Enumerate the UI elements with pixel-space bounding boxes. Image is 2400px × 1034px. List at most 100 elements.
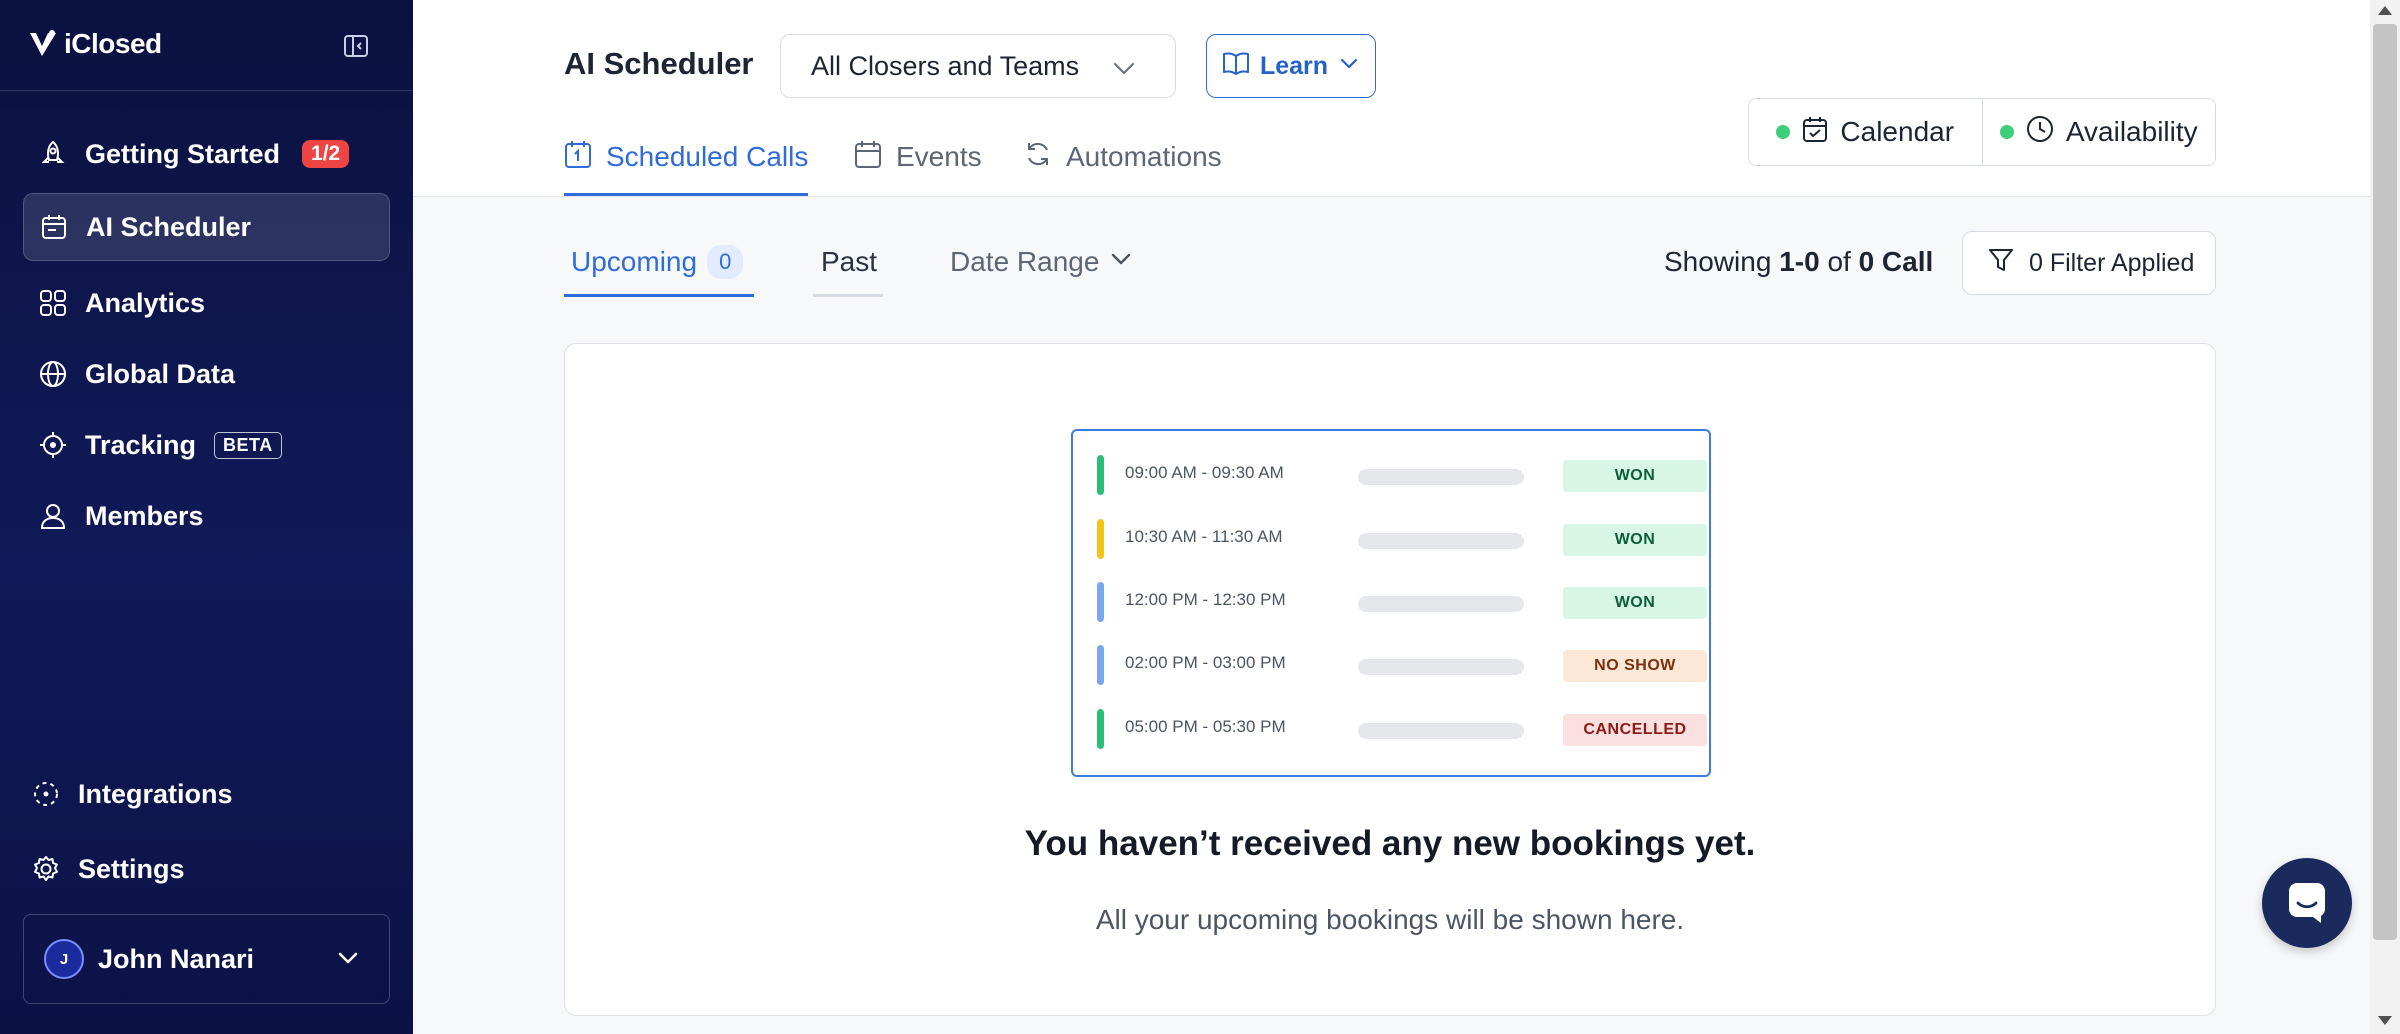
time-slot: 02:00 PM - 03:00 PM xyxy=(1125,653,1286,672)
sidebar-item-label: Members xyxy=(85,500,204,531)
sidebar-item-global-data[interactable]: Global Data xyxy=(23,340,390,408)
sidebar-item-getting-started[interactable]: Getting Started 1/2 xyxy=(23,120,390,188)
sidebar-item-tracking[interactable]: Tracking BETA xyxy=(23,411,390,479)
calendar-icon xyxy=(854,139,882,176)
tab-upcoming[interactable]: Upcoming 0 xyxy=(571,240,744,284)
chevron-down-icon xyxy=(1109,246,1133,278)
sidebar-item-label: Getting Started xyxy=(85,138,281,169)
placeholder-bar xyxy=(1358,596,1524,612)
status-bar xyxy=(1097,645,1104,685)
availability-status-button[interactable]: Availability xyxy=(1981,99,2216,165)
scroll-up-arrow-icon[interactable] xyxy=(2378,6,2392,15)
segment-label: Availability xyxy=(2065,116,2198,147)
sidebar-item-label: AI Scheduler xyxy=(86,211,252,242)
placeholder-bar xyxy=(1358,533,1524,549)
time-slot: 12:00 PM - 12:30 PM xyxy=(1125,590,1286,609)
sidebar-collapse-icon xyxy=(344,35,368,57)
past-tab-underline xyxy=(813,294,883,297)
time-slot: 10:30 AM - 11:30 AM xyxy=(1125,527,1283,546)
empty-state-illustration: 09:00 AM - 09:30 AM WON 10:30 AM - 11:30… xyxy=(1071,429,1711,777)
placeholder-bar xyxy=(1358,723,1524,739)
sidebar-item-label: Global Data xyxy=(85,358,236,389)
learn-button[interactable]: Learn xyxy=(1206,34,1376,98)
sidebar-item-ai-scheduler[interactable]: AI Scheduler xyxy=(23,193,390,261)
tab-label: Events xyxy=(896,141,982,172)
connected-status-dot xyxy=(1776,125,1791,139)
sidebar: iClosed Getting Started 1/2 AI Scheduler… xyxy=(0,0,413,1034)
chevron-down-icon xyxy=(335,945,361,976)
sidebar-item-settings[interactable]: Settings xyxy=(16,835,383,903)
beta-badge: BETA xyxy=(214,431,282,459)
user-name: John Nanari xyxy=(98,943,255,974)
brand-logo[interactable]: iClosed xyxy=(28,26,162,62)
filter-label: 0 Filter Applied xyxy=(2029,248,2195,277)
team-select-value: All Closers and Teams xyxy=(811,50,1080,81)
sidebar-item-label: Tracking xyxy=(85,429,197,460)
chevron-down-icon xyxy=(1338,52,1360,81)
brand-name: iClosed xyxy=(64,28,162,59)
summary-prefix: Showing xyxy=(1664,246,1772,277)
status-bar xyxy=(1097,455,1104,495)
upcoming-count-badge: 0 xyxy=(707,245,744,279)
calendar-status-button[interactable]: Calendar xyxy=(1749,99,1982,165)
scroll-down-arrow-icon[interactable] xyxy=(2378,1016,2392,1025)
sidebar-item-integrations[interactable]: Integrations xyxy=(16,760,383,828)
illustration-row: 12:00 PM - 12:30 PM WON xyxy=(1097,582,1707,622)
clock-icon xyxy=(2026,115,2054,150)
active-tab-indicator xyxy=(564,193,808,196)
tab-events[interactable]: Events xyxy=(854,136,982,178)
illustration-row: 02:00 PM - 03:00 PM NO SHOW xyxy=(1097,645,1707,685)
illustration-row: 10:30 AM - 11:30 AM WON xyxy=(1097,519,1707,559)
status-bar xyxy=(1097,582,1104,622)
time-slot: 05:00 PM - 05:30 PM xyxy=(1125,717,1286,736)
tab-label: Scheduled Calls xyxy=(606,141,809,172)
tab-label: Upcoming xyxy=(571,246,698,277)
calendar-icon xyxy=(38,211,70,243)
tab-automations[interactable]: Automations xyxy=(1024,136,1222,178)
collapse-sidebar-button[interactable] xyxy=(340,30,372,62)
tab-label: Automations xyxy=(1066,141,1222,172)
integrations-icon xyxy=(30,778,62,810)
date-range-dropdown[interactable]: Date Range xyxy=(950,240,1133,284)
empty-state-subtitle: All your upcoming bookings will be shown… xyxy=(1095,904,1685,935)
connection-status-group: Calendar Availability xyxy=(1748,98,2216,166)
status-pill: WON xyxy=(1563,524,1707,556)
calendar-icon xyxy=(564,139,592,176)
user-menu[interactable]: J John Nanari xyxy=(23,914,390,1004)
scroll-thumb[interactable] xyxy=(2373,24,2397,940)
empty-state-title: You haven’t received any new bookings ye… xyxy=(1024,824,1756,863)
page-title: AI Scheduler xyxy=(564,46,754,81)
summary-range: 1-0 xyxy=(1779,246,1820,277)
time-slot: 09:00 AM - 09:30 AM xyxy=(1125,463,1284,482)
illustration-row: 05:00 PM - 05:30 PM CANCELLED xyxy=(1097,709,1707,749)
sidebar-item-members[interactable]: Members xyxy=(23,482,390,550)
team-select-dropdown[interactable]: All Closers and Teams xyxy=(780,34,1176,98)
sidebar-item-analytics[interactable]: Analytics xyxy=(23,269,390,337)
tab-past[interactable]: Past xyxy=(821,240,877,284)
avatar: J xyxy=(44,939,84,979)
status-pill: WON xyxy=(1563,460,1707,492)
globe-icon xyxy=(37,358,69,390)
results-summary: Showing 1-0 of 0 Call xyxy=(1664,246,1933,278)
chevron-down-icon xyxy=(1111,55,1137,88)
sidebar-divider xyxy=(0,90,413,91)
refresh-icon xyxy=(1024,140,1052,175)
connected-status-dot xyxy=(1999,125,2014,139)
users-icon xyxy=(37,500,69,532)
status-pill: CANCELLED xyxy=(1563,714,1707,746)
page-scrollbar[interactable] xyxy=(2370,0,2400,1034)
sidebar-item-label: Settings xyxy=(78,853,185,884)
gear-icon xyxy=(30,853,62,885)
learn-label: Learn xyxy=(1259,51,1329,80)
tab-scheduled-calls[interactable]: Scheduled Calls xyxy=(564,136,808,178)
status-pill: WON xyxy=(1563,587,1707,619)
active-subtab-indicator xyxy=(564,294,754,297)
filter-icon xyxy=(1987,246,2015,281)
illustration-row: 09:00 AM - 09:30 AM WON xyxy=(1097,455,1707,495)
filter-button[interactable]: 0 Filter Applied xyxy=(1962,231,2216,295)
tab-label: Past xyxy=(821,246,878,277)
summary-of: of xyxy=(1827,246,1851,277)
support-chat-button[interactable] xyxy=(2262,858,2352,948)
summary-total: 0 Call xyxy=(1858,246,1934,277)
status-pill: NO SHOW xyxy=(1563,650,1707,682)
